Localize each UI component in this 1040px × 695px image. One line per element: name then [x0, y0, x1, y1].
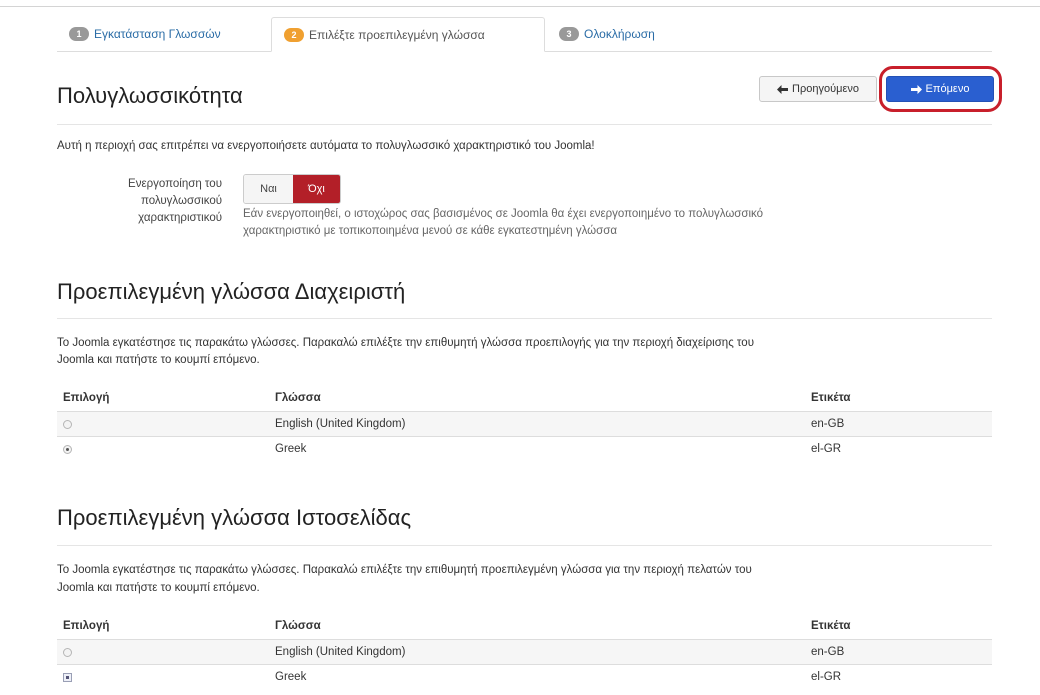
step-number-badge: 2 — [284, 27, 304, 42]
site-language-radio-el-gr[interactable] — [63, 665, 72, 689]
column-header-tag: Ετικέτα — [811, 620, 851, 632]
tab-choose-default-language[interactable]: 2 Επιλέξτε προεπιλεγμένη γλώσσα — [271, 17, 545, 52]
admin-language-title: Προεπιλεγμένη γλώσσα Διαχειριστή — [57, 279, 406, 304]
column-header-language: Γλώσσα — [275, 392, 321, 404]
column-header-select: Επιλογή — [63, 392, 110, 404]
section-divider — [57, 124, 992, 125]
radio-selected-icon[interactable] — [63, 672, 72, 682]
column-header-tag: Ετικέτα — [811, 392, 851, 404]
previous-button[interactable]: Προηγούμενο — [759, 76, 877, 102]
arrow-left-icon — [777, 84, 789, 94]
tab-install-languages[interactable]: 1 Εγκατάσταση Γλωσσών — [57, 17, 271, 51]
language-tag: en-GB — [811, 418, 845, 430]
admin-language-radio-el-gr[interactable] — [63, 437, 72, 461]
multilingual-title: Πολυγλωσσικότητα — [57, 83, 243, 108]
site-language-table: Επιλογή Γλώσσα Ετικέτα English (United K… — [57, 613, 992, 689]
step-number-badge: 3 — [559, 27, 579, 41]
language-tag: el-GR — [811, 443, 842, 455]
radio-unselected-icon[interactable] — [63, 419, 72, 429]
top-divider — [0, 6, 1040, 7]
step-number-badge: 1 — [69, 27, 89, 41]
section-divider — [57, 318, 992, 319]
column-header-select: Επιλογή — [63, 620, 110, 632]
previous-button-label: Προηγούμενο — [792, 83, 859, 95]
admin-language-description-line1: Το Joomla εγκατέστησε τις παρακάτω γλώσσ… — [57, 337, 754, 349]
column-header-language: Γλώσσα — [275, 620, 321, 632]
site-language-description-line2: Joomla και πατήστε το κουμπί επόμενο. — [57, 582, 260, 594]
table-row: Greek el-GR — [57, 664, 992, 689]
multilingual-help-line1: Εάν ενεργοποιηθεί, ο ιστοχώρος σας βασισ… — [243, 208, 764, 220]
toggle-no-option[interactable]: Όχι — [293, 175, 340, 203]
site-language-description-line1: Το Joomla εγκατέστησε τις παρακάτω γλώσσ… — [57, 564, 752, 576]
toggle-yes-option[interactable]: Ναι — [244, 175, 293, 203]
table-header-row: Επιλογή Γλώσσα Ετικέτα — [57, 385, 992, 411]
language-name: Greek — [275, 671, 307, 683]
table-row: English (United Kingdom) en-GB — [57, 411, 992, 436]
language-tag: el-GR — [811, 671, 842, 683]
next-button-highlight — [879, 66, 1002, 112]
language-name: English (United Kingdom) — [275, 418, 406, 430]
multilingual-help-line2: χαρακτηριστικό με τοπικοποιημένα μενού σ… — [243, 225, 617, 237]
tab-label: Επιλέξτε προεπιλεγμένη γλώσσα — [309, 27, 485, 42]
tab-finish[interactable]: 3 Ολοκλήρωση — [547, 17, 707, 51]
step-tabs: 1 Εγκατάσταση Γλωσσών 2 Επιλέξτε προεπιλ… — [57, 17, 992, 52]
admin-language-description-line2: Joomla και πατήστε το κουμπί επόμενο. — [57, 354, 260, 366]
admin-language-radio-en-gb[interactable] — [63, 412, 72, 436]
table-row: English (United Kingdom) en-GB — [57, 639, 992, 664]
site-language-title: Προεπιλεγμένη γλώσσα Ιστοσελίδας — [57, 505, 412, 530]
multilingual-description: Αυτή η περιοχή σας επιτρέπει να ενεργοπο… — [57, 140, 595, 152]
tab-label: Εγκατάσταση Γλωσσών — [94, 27, 221, 41]
multilingual-toggle-label: Ενεργοποίηση του πολυγλωσσικού χαρακτηριστ… — [128, 178, 222, 224]
radio-selected-icon[interactable] — [63, 444, 72, 454]
table-header-row: Επιλογή Γλώσσα Ετικέτα — [57, 613, 992, 639]
radio-unselected-icon[interactable] — [63, 647, 72, 657]
table-row: Greek el-GR — [57, 436, 992, 461]
admin-language-table: Επιλογή Γλώσσα Ετικέτα English (United K… — [57, 385, 992, 461]
tab-label: Ολοκλήρωση — [584, 27, 655, 41]
multilingual-toggle[interactable]: Ναι Όχι — [243, 174, 341, 204]
site-language-radio-en-gb[interactable] — [63, 640, 72, 664]
section-divider — [57, 545, 992, 546]
language-name: Greek — [275, 443, 307, 455]
language-tag: en-GB — [811, 646, 845, 658]
language-name: English (United Kingdom) — [275, 646, 406, 658]
